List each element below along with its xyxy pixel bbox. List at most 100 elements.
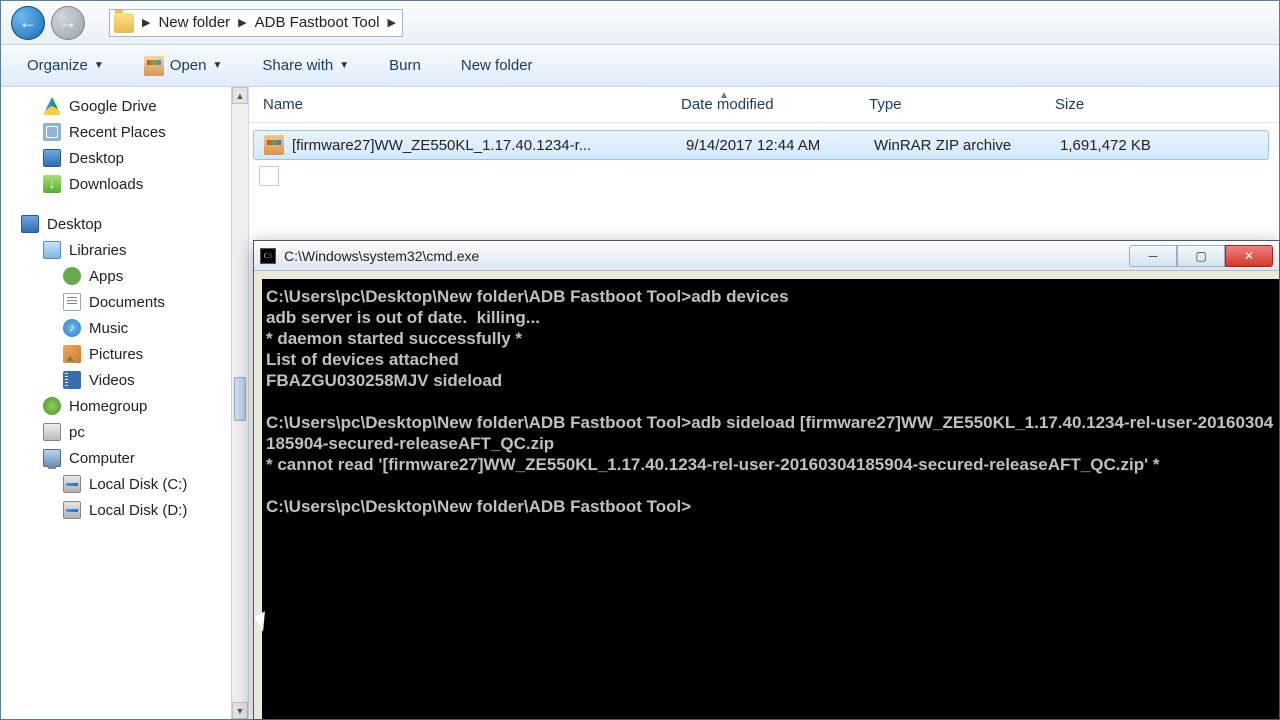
desktop-icon bbox=[43, 149, 61, 167]
gdrive-icon bbox=[43, 97, 61, 115]
label: Desktop bbox=[69, 150, 124, 167]
file-name: [firmware27]WW_ZE550KL_1.17.40.1234-r... bbox=[292, 137, 591, 154]
rar-icon bbox=[264, 135, 284, 155]
sidebar-item-downloads[interactable]: Downloads bbox=[19, 171, 248, 197]
sidebar-item-videos[interactable]: Videos bbox=[19, 367, 248, 393]
breadcrumb-seg[interactable]: New folder bbox=[152, 14, 236, 31]
organize-button[interactable]: Organize ▼ bbox=[21, 53, 110, 78]
label: Libraries bbox=[69, 242, 127, 259]
label: Open bbox=[170, 57, 207, 74]
forward-button[interactable]: → bbox=[51, 6, 85, 40]
file-date: 9/14/2017 12:44 AM bbox=[672, 137, 860, 154]
label: pc bbox=[69, 424, 85, 441]
sidebar: Google Drive Recent Places Desktop Downl… bbox=[1, 87, 249, 719]
sidebar-item-disk-d[interactable]: Local Disk (D:) bbox=[19, 497, 248, 523]
nav-bar: ← → ▶ New folder ▶ ADB Fastboot Tool ▶ bbox=[1, 1, 1279, 45]
sidebar-item-gdrive[interactable]: Google Drive bbox=[19, 93, 248, 119]
sidebar-item-homegroup[interactable]: Homegroup bbox=[19, 393, 248, 419]
chevron-down-icon: ▼ bbox=[94, 60, 104, 71]
column-headers: Name Date modified Type Size bbox=[249, 87, 1279, 123]
label: Organize bbox=[27, 57, 88, 74]
label: Apps bbox=[89, 268, 123, 285]
cmd-icon bbox=[260, 248, 276, 264]
share-button[interactable]: Share with ▼ bbox=[256, 53, 355, 78]
label: Google Drive bbox=[69, 98, 157, 115]
disk-icon bbox=[63, 501, 81, 519]
open-button[interactable]: Open▼ bbox=[138, 52, 229, 80]
label: Videos bbox=[89, 372, 135, 389]
col-type[interactable]: Type bbox=[855, 96, 1041, 113]
col-size[interactable]: Size bbox=[1041, 96, 1279, 113]
label: Pictures bbox=[89, 346, 143, 363]
label: Documents bbox=[89, 294, 165, 311]
sidebar-item-disk-c[interactable]: Local Disk (C:) bbox=[19, 471, 248, 497]
file-size: 1,691,472 KB bbox=[1046, 137, 1268, 154]
cmd-line: FBAZGU030258MJV sideload bbox=[266, 371, 502, 390]
label: Desktop bbox=[47, 216, 102, 233]
cmd-line: C:\Users\pc\Desktop\New folder\ADB Fastb… bbox=[266, 413, 1273, 453]
sidebar-item-pc[interactable]: pc bbox=[19, 419, 248, 445]
chevron-right-icon[interactable]: ▶ bbox=[385, 16, 397, 29]
label: New folder bbox=[461, 57, 533, 74]
chevron-down-icon: ▼ bbox=[339, 60, 349, 71]
sidebar-item-desktop[interactable]: Desktop bbox=[19, 145, 248, 171]
disk-icon bbox=[63, 475, 81, 493]
sidebar-item-apps[interactable]: Apps bbox=[19, 263, 248, 289]
label: Local Disk (C:) bbox=[89, 476, 187, 493]
new-folder-button[interactable]: New folder bbox=[455, 53, 539, 78]
cmd-line: C:\Users\pc\Desktop\New folder\ADB Fastb… bbox=[266, 497, 691, 516]
close-button[interactable]: ✕ bbox=[1225, 245, 1273, 267]
apps-icon bbox=[63, 267, 81, 285]
cmd-line: * cannot read '[firmware27]WW_ZE550KL_1.… bbox=[266, 455, 1159, 474]
cmd-title: C:\Windows\system32\cmd.exe bbox=[284, 248, 1121, 264]
back-button[interactable]: ← bbox=[11, 6, 45, 40]
cmd-line: List of devices attached bbox=[266, 350, 459, 369]
label: Burn bbox=[389, 57, 421, 74]
scrollbar[interactable]: ▲ ▼ bbox=[231, 87, 248, 719]
cmd-line: * daemon started successfully * bbox=[266, 329, 522, 348]
download-icon bbox=[43, 175, 61, 193]
minimize-button[interactable]: ─ bbox=[1129, 245, 1177, 267]
cmd-window: C:\Windows\system32\cmd.exe ─ ▢ ✕ C:\Use… bbox=[253, 240, 1280, 720]
computer-icon bbox=[43, 449, 61, 467]
cmd-output[interactable]: C:\Users\pc\Desktop\New folder\ADB Fastb… bbox=[262, 279, 1279, 719]
label: Downloads bbox=[69, 176, 143, 193]
toolbar: Organize ▼ Open▼ Share with ▼ Burn New fol… bbox=[1, 45, 1279, 87]
cmd-line: C:\Users\pc\Desktop\New folder\ADB Fastb… bbox=[266, 287, 789, 306]
sort-indicator-icon: ▲ bbox=[719, 90, 729, 101]
sidebar-item-desktop-root[interactable]: Desktop bbox=[19, 211, 248, 237]
libraries-icon bbox=[43, 241, 61, 259]
sidebar-item-music[interactable]: Music bbox=[19, 315, 248, 341]
col-date[interactable]: Date modified bbox=[667, 96, 855, 113]
scroll-down-icon[interactable]: ▼ bbox=[232, 702, 248, 719]
sidebar-item-computer[interactable]: Computer bbox=[19, 445, 248, 471]
cmd-line: adb server is out of date. killing... bbox=[266, 308, 540, 327]
sidebar-item-pictures[interactable]: Pictures bbox=[19, 341, 248, 367]
desktop-icon bbox=[21, 215, 39, 233]
homegroup-icon bbox=[43, 397, 61, 415]
user-icon bbox=[43, 423, 61, 441]
videos-icon bbox=[63, 371, 81, 389]
sidebar-item-recent[interactable]: Recent Places bbox=[19, 119, 248, 145]
label: Local Disk (D:) bbox=[89, 502, 187, 519]
label: Share with bbox=[262, 57, 333, 74]
maximize-button[interactable]: ▢ bbox=[1177, 245, 1225, 267]
scroll-up-icon[interactable]: ▲ bbox=[232, 87, 248, 104]
chevron-right-icon[interactable]: ▶ bbox=[236, 16, 248, 29]
file-row[interactable] bbox=[249, 161, 1279, 191]
documents-icon bbox=[63, 293, 81, 311]
cmd-titlebar[interactable]: C:\Windows\system32\cmd.exe ─ ▢ ✕ bbox=[254, 241, 1279, 271]
pictures-icon bbox=[63, 345, 81, 363]
col-name[interactable]: Name bbox=[249, 96, 667, 113]
chevron-right-icon[interactable]: ▶ bbox=[140, 16, 152, 29]
scroll-thumb[interactable] bbox=[234, 377, 246, 421]
breadcrumb-seg[interactable]: ADB Fastboot Tool bbox=[249, 14, 386, 31]
music-icon bbox=[63, 319, 81, 337]
sidebar-item-documents[interactable]: Documents bbox=[19, 289, 248, 315]
burn-button[interactable]: Burn bbox=[383, 53, 427, 78]
rar-icon bbox=[144, 56, 164, 76]
file-row[interactable]: [firmware27]WW_ZE550KL_1.17.40.1234-r...… bbox=[253, 130, 1269, 160]
address-bar[interactable]: ▶ New folder ▶ ADB Fastboot Tool ▶ bbox=[109, 9, 403, 37]
file-type: WinRAR ZIP archive bbox=[860, 137, 1046, 154]
sidebar-item-libraries[interactable]: Libraries bbox=[19, 237, 248, 263]
